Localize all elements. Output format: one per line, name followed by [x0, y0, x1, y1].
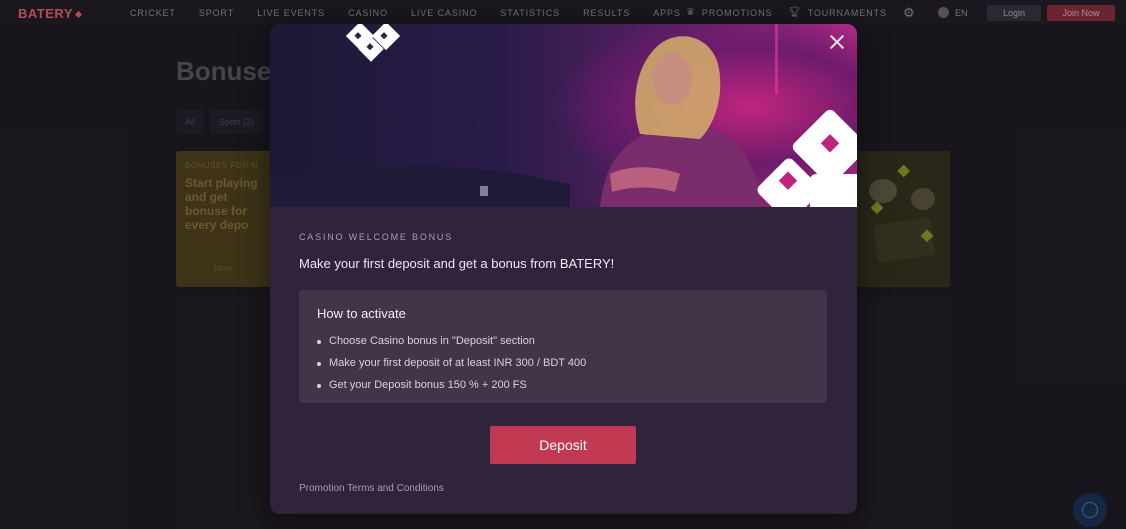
globe-icon: [938, 7, 949, 18]
how-to-activate-title: How to activate: [317, 306, 406, 321]
batery-logo[interactable]: BATERY: [18, 6, 83, 21]
nav-casino[interactable]: CASINO: [348, 8, 388, 18]
activation-step: Choose Casino bonus in "Deposit" section: [317, 330, 809, 352]
nav-promotions[interactable]: ♛ PROMOTIONS: [686, 0, 772, 25]
nav-live-casino[interactable]: LIVE CASINO: [411, 8, 477, 18]
modal-subtitle: CASINO WELCOME BONUS: [299, 232, 454, 242]
activation-step: Get your Deposit bonus 150 % + 200 FS: [317, 374, 809, 396]
language-selector[interactable]: EN: [938, 0, 968, 25]
nav-live-events[interactable]: LIVE EVENTS: [257, 8, 325, 18]
nav-sport[interactable]: SPORT: [199, 8, 234, 18]
join-now-button[interactable]: Join Now: [1047, 5, 1115, 21]
deposit-button[interactable]: Deposit: [490, 426, 636, 464]
hero-banner: [270, 24, 857, 207]
modal-headline: Make your first deposit and get a bonus …: [299, 256, 615, 271]
login-button[interactable]: Login: [987, 5, 1041, 21]
close-icon[interactable]: [829, 34, 845, 50]
hero-illustration: [270, 24, 857, 207]
casino-bonus-modal: CASINO WELCOME BONUS Make your first dep…: [270, 24, 857, 514]
trophy-icon: 🏆︎: [788, 7, 802, 18]
top-navigation: BATERY CRICKET SPORT LIVE EVENTS CASINO …: [0, 0, 1126, 25]
nav-cricket[interactable]: CRICKET: [130, 8, 176, 18]
nav-statistics[interactable]: STATISTICS: [500, 8, 560, 18]
logo-mark-icon: [74, 11, 83, 19]
activation-step: Make your first deposit of at least INR …: [317, 352, 809, 374]
nav-results[interactable]: RESULTS: [583, 8, 630, 18]
nav-tournaments[interactable]: 🏆︎ TOURNAMENTS: [788, 0, 887, 25]
gear-icon[interactable]: ⚙: [903, 5, 915, 21]
main-nav: CRICKET SPORT LIVE EVENTS CASINO LIVE CA…: [130, 0, 704, 25]
nav-apps[interactable]: APPS: [653, 8, 681, 18]
how-to-activate-box: How to activate Choose Casino bonus in "…: [299, 290, 827, 403]
promotion-terms-link[interactable]: Promotion Terms and Conditions: [299, 483, 444, 494]
gift-icon: ♛: [686, 7, 696, 18]
